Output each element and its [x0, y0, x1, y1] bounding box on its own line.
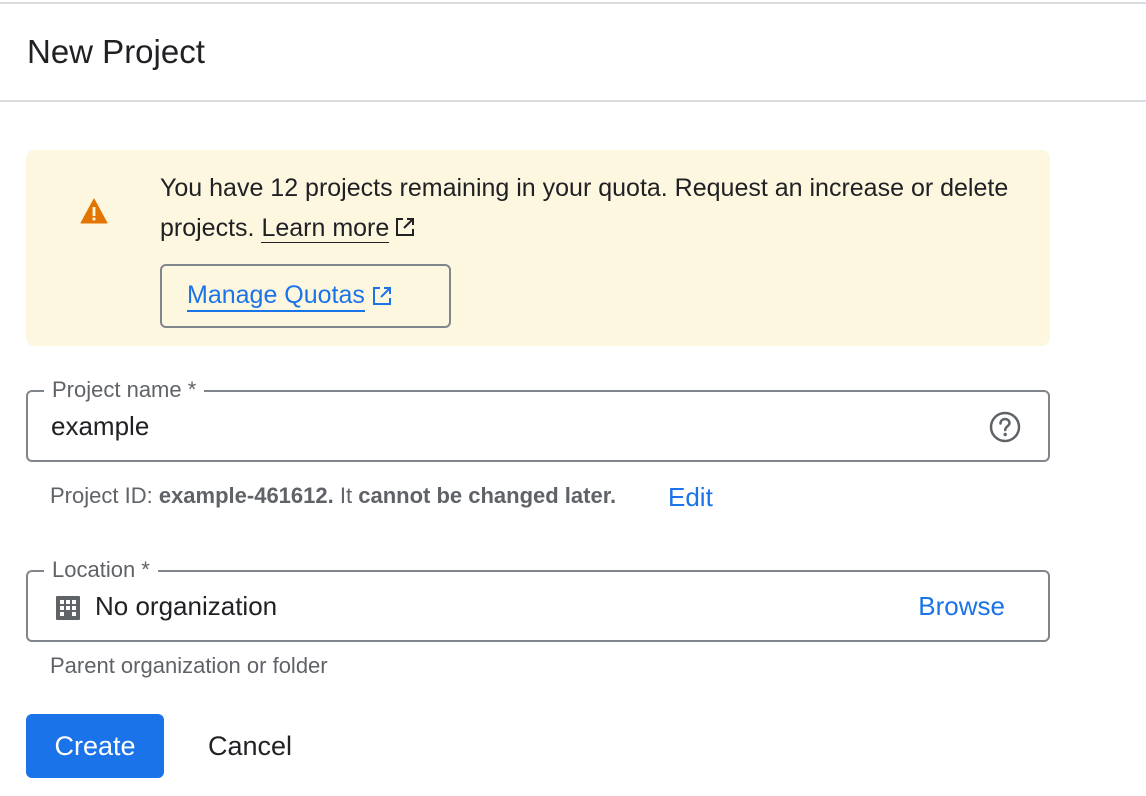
location-label: Location * — [44, 556, 158, 584]
open-in-new-icon — [372, 287, 391, 305]
project-name-label: Project name * — [44, 376, 205, 404]
open-in-new-icon — [396, 218, 415, 236]
learn-more-link[interactable]: Learn more — [261, 214, 390, 243]
help-circle-icon[interactable] — [988, 410, 1022, 444]
warning-icon — [80, 198, 108, 224]
location-value: No organization — [95, 591, 278, 621]
manage-quotas-label: Manage Quotas — [187, 280, 365, 312]
cancel-button[interactable]: Cancel — [186, 714, 314, 778]
project-name-field[interactable]: Project name * — [26, 376, 1050, 462]
location-hint: Parent organization or folder — [50, 653, 328, 678]
location-field[interactable]: Location * No organization Browse — [26, 556, 1050, 642]
quota-message: You have 12 projects remaining in your q… — [160, 168, 1020, 248]
browse-button[interactable]: Browse — [918, 589, 1005, 623]
create-button[interactable]: Create — [26, 714, 164, 778]
manage-quotas-button[interactable]: Manage Quotas — [160, 264, 451, 328]
page-title: New Project — [27, 33, 205, 70]
organization-icon — [56, 596, 80, 620]
project-id-value: example-461612. — [158, 483, 334, 508]
project-id-hint: Project ID: example-461612. It cannot be… — [50, 483, 617, 508]
project-name-input[interactable] — [51, 409, 951, 443]
edit-project-id-link[interactable]: Edit — [668, 481, 713, 513]
title-divider — [0, 100, 1146, 102]
quota-warning-banner: You have 12 projects remaining in your q… — [26, 150, 1050, 346]
top-divider — [0, 2, 1146, 4]
